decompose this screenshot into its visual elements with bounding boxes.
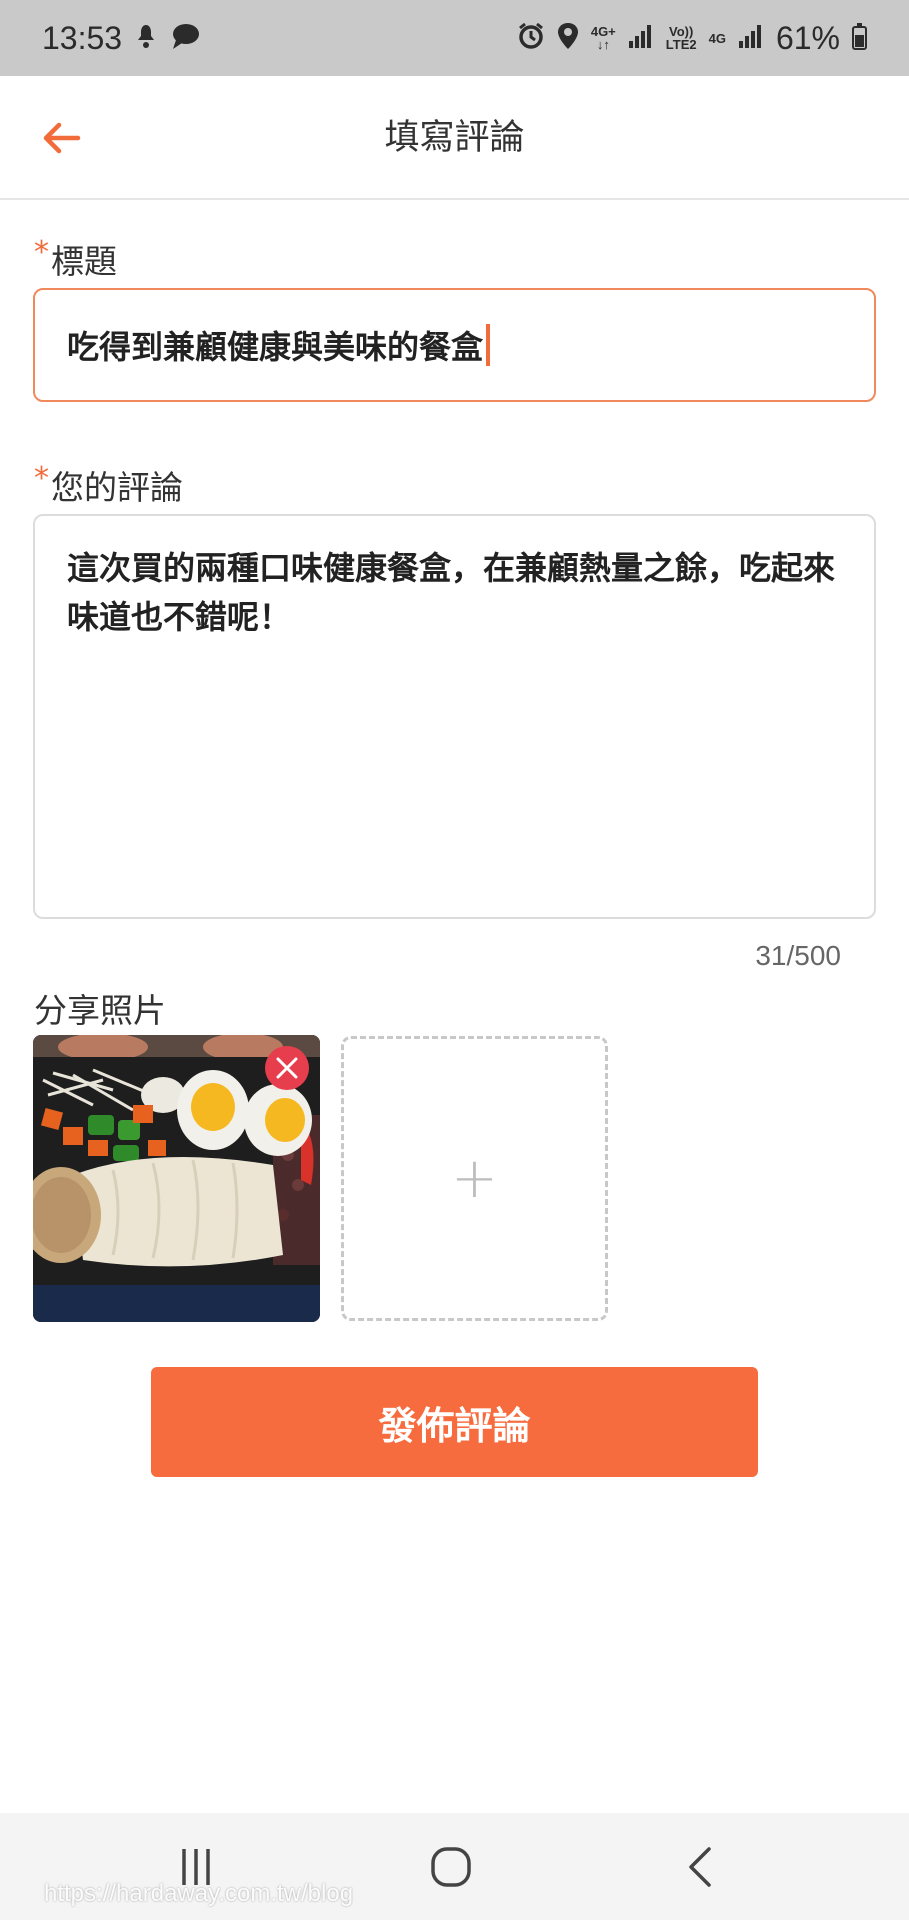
close-icon — [276, 1057, 298, 1079]
volte-label: Vo)) LTE2 — [666, 25, 697, 51]
location-icon — [557, 22, 579, 55]
publish-review-button[interactable]: 發佈評論 — [151, 1367, 758, 1477]
volte-bottom: LTE2 — [665, 37, 697, 52]
review-label: *您的評論 — [34, 461, 183, 509]
notification-icon — [134, 23, 158, 54]
home-icon — [431, 1846, 471, 1887]
page-title: 填寫評論 — [384, 118, 525, 158]
plus-icon: + — [451, 1145, 498, 1211]
publish-review-label: 發佈評論 — [378, 1403, 531, 1448]
network2-label: 4G — [708, 30, 726, 46]
title-input-value: 吃得到兼顧健康與美味的餐盒 — [67, 328, 484, 366]
alarm-icon — [517, 22, 545, 55]
character-counter: 31/500 — [755, 940, 841, 971]
required-mark: * — [34, 461, 49, 496]
back-button[interactable] — [38, 114, 86, 162]
network-label: 4G+ ↓↑ — [590, 24, 616, 52]
text-caret — [486, 324, 491, 366]
arrow-left-icon — [43, 122, 81, 154]
back-icon — [689, 1846, 711, 1887]
required-mark: * — [34, 235, 49, 270]
system-back-button[interactable] — [641, 1813, 761, 1920]
battery-percent: 61% — [775, 19, 840, 56]
remove-photo-button[interactable] — [265, 1046, 309, 1090]
add-photo-button[interactable]: + — [341, 1036, 608, 1321]
review-textarea[interactable]: 這次買的兩種口味健康餐盒，在兼顧熱量之餘，吃起來味道也不錯呢！ — [33, 514, 876, 919]
title-input[interactable]: 吃得到兼顧健康與美味的餐盒 — [33, 288, 876, 402]
status-bar: 13:53 4G+ ↓↑ Vo)) LTE2 4G 61% — [0, 0, 909, 76]
title-label-text: 標題 — [51, 242, 117, 281]
photos-label: 分享照片 — [34, 991, 166, 1030]
home-button[interactable] — [391, 1813, 511, 1920]
battery-icon — [852, 23, 867, 50]
review-textarea-value: 這次買的兩種口味健康餐盒，在兼顧熱量之餘，吃起來味道也不錯呢！ — [67, 549, 836, 636]
status-time: 13:53 — [42, 19, 123, 56]
review-label-text: 您的評論 — [51, 468, 183, 507]
chat-bubble-icon — [170, 22, 200, 55]
signal-icon — [738, 23, 764, 54]
signal-icon — [628, 23, 654, 54]
watermark: https://hardaway.com.tw/blog — [44, 1880, 354, 1907]
title-label: *標題 — [34, 235, 117, 283]
app-header: 填寫評論 — [0, 76, 909, 200]
network-type: 4G+ — [590, 24, 616, 39]
